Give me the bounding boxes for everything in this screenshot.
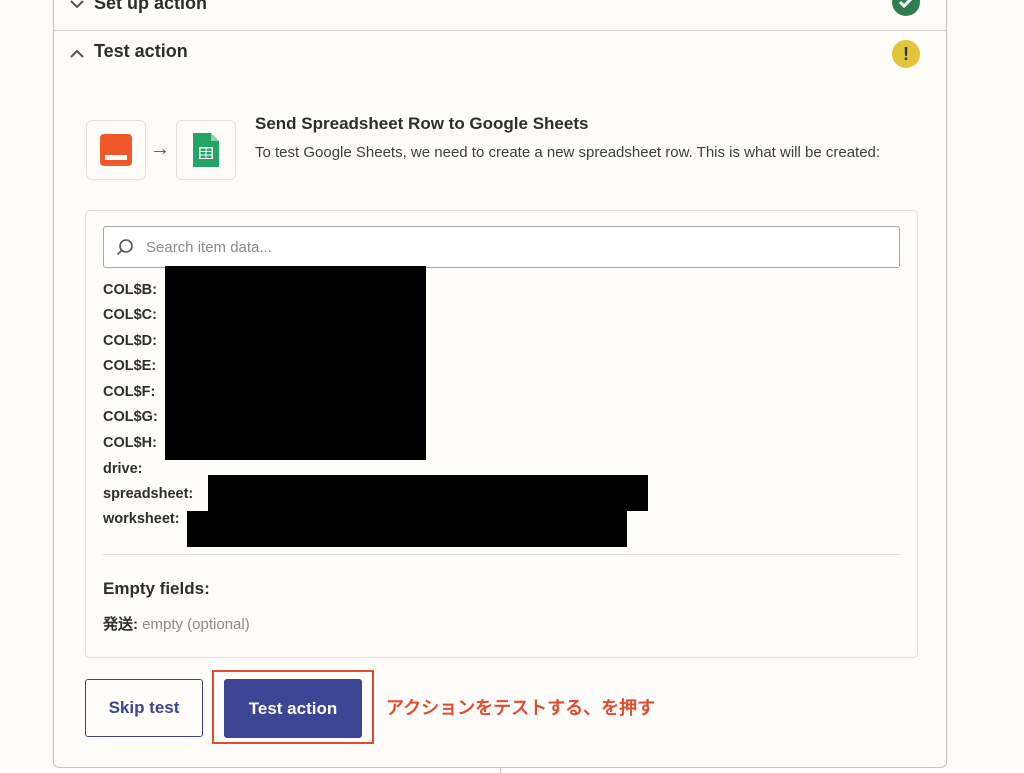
redacted-worksheet-value — [187, 511, 627, 547]
field-label-col-f: COL$F: — [103, 384, 156, 400]
empty-field-key: 発送: — [103, 616, 138, 633]
search-input[interactable] — [144, 237, 888, 257]
target-app-icon — [176, 120, 236, 180]
skip-test-button[interactable]: Skip test — [85, 679, 203, 737]
warning-icon: ! — [892, 40, 920, 68]
field-label-col-g: COL$G: — [103, 409, 158, 425]
setup-action-header[interactable]: Set up action — [54, 0, 946, 31]
test-action-subtitle: Send Spreadsheet Row to Google Sheets — [255, 114, 589, 133]
empty-field-item: 発送: empty (optional) — [103, 613, 250, 634]
field-label-worksheet: worksheet: — [103, 511, 180, 527]
chevron-down-icon — [70, 0, 84, 9]
orange-app-icon — [100, 134, 132, 166]
search-icon — [116, 239, 133, 256]
chevron-up-icon — [70, 49, 84, 58]
field-label-col-d: COL$D: — [103, 333, 157, 349]
google-sheets-icon — [193, 133, 219, 167]
test-action-header[interactable]: Test action ! — [54, 28, 946, 80]
redacted-col-values — [165, 266, 426, 460]
redacted-spreadsheet-value — [208, 475, 648, 511]
empty-field-value: empty (optional) — [142, 616, 250, 633]
field-label-col-b: COL$B: — [103, 282, 157, 298]
empty-fields-title: Empty fields: — [103, 579, 210, 598]
divider — [103, 554, 900, 555]
field-label-spreadsheet: spreadsheet: — [103, 486, 194, 502]
arrow-icon: → — [150, 138, 170, 160]
field-label-col-e: COL$E: — [103, 358, 157, 374]
test-action-button[interactable]: Test action — [224, 679, 362, 738]
field-label-col-c: COL$C: — [103, 307, 157, 323]
search-box[interactable] — [103, 226, 900, 268]
divider — [500, 768, 501, 773]
annotation-text: アクションをテストする、を押す — [386, 698, 656, 719]
item-data-box: COL$B: COL$C: COL$D: COL$E: COL$F: COL$G… — [85, 210, 918, 658]
field-label-col-h: COL$H: — [103, 435, 157, 451]
field-label-drive: drive: — [103, 461, 143, 477]
zap-step-panel: Set up action Test action ! → Send Sprea… — [53, 0, 947, 768]
check-circle-icon — [892, 0, 920, 16]
source-app-icon — [86, 120, 146, 180]
test-action-description: To test Google Sheets, we need to create… — [255, 144, 881, 161]
test-action-title: Test action — [94, 41, 188, 61]
setup-action-title: Set up action — [94, 0, 208, 13]
